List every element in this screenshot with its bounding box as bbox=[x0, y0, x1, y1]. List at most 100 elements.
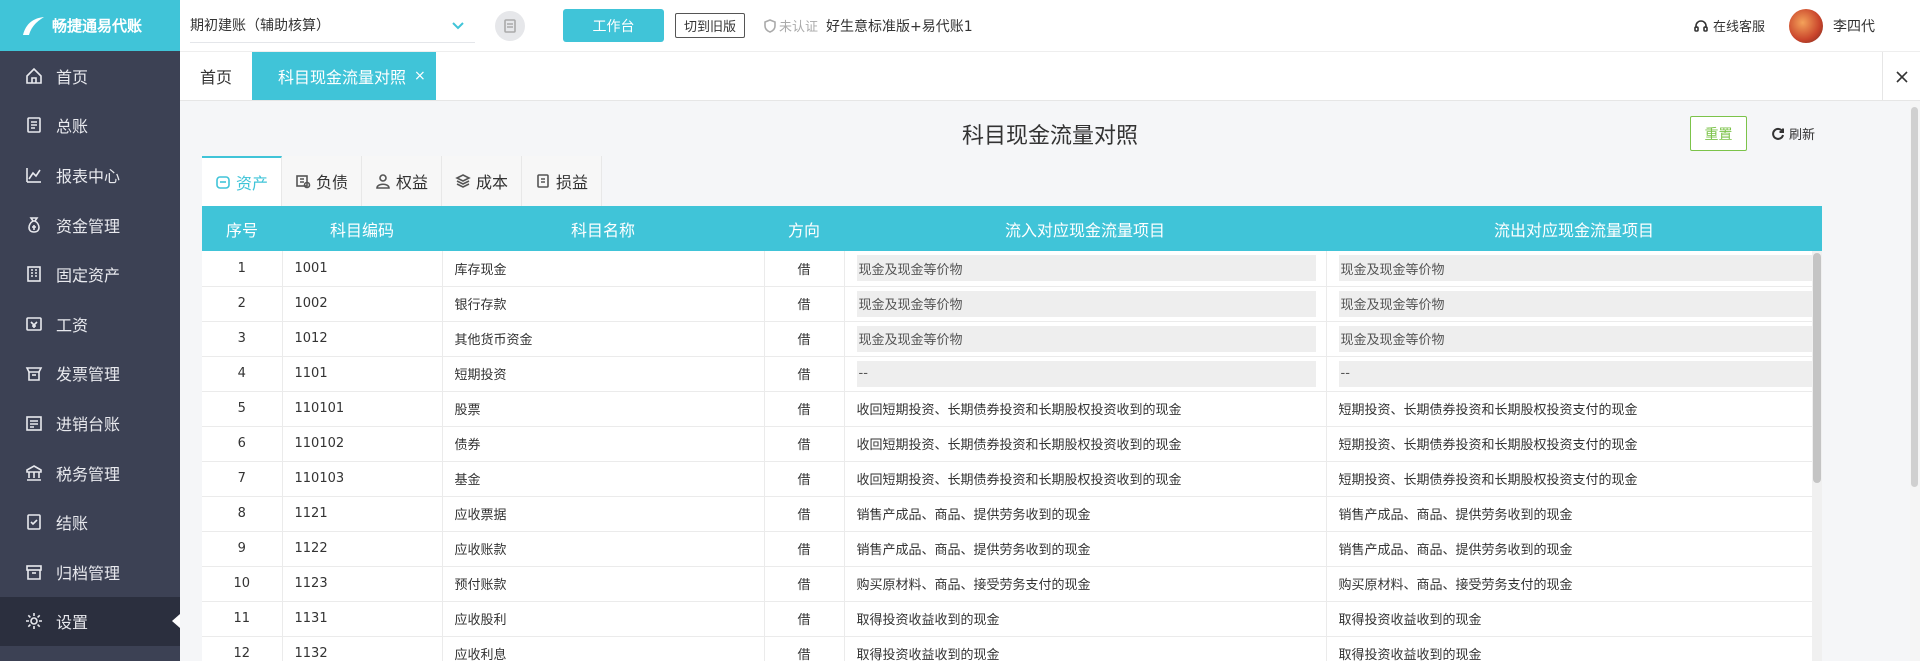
sidebar-item-5[interactable]: 工资 bbox=[0, 299, 180, 349]
outflow-item-cell[interactable]: 现金及现金等价物 bbox=[1326, 251, 1822, 287]
inflow-item-select[interactable]: 现金及现金等价物 bbox=[856, 255, 1316, 282]
table-row[interactable]: 8 1121 应收票据借销售产成品、商品、提供劳务收到的现金 销售产成品、商品、提供劳… bbox=[202, 496, 1822, 532]
outflow-item-cell[interactable]: 现金及现金等价物 bbox=[1326, 286, 1822, 322]
outflow-item-cell[interactable]: 购买原材料、商品、接受劳务支付的现金 bbox=[1326, 566, 1822, 602]
account-code: 110101 bbox=[282, 391, 443, 427]
inflow-item-cell[interactable]: 销售产成品、商品、提供劳务收到的现金 bbox=[844, 531, 1327, 567]
sidebar-item-2[interactable]: 报表中心 bbox=[0, 150, 180, 200]
headset-icon bbox=[1694, 19, 1708, 32]
account-code: 1012 bbox=[282, 321, 443, 357]
table-row[interactable]: 7 110103 基金借收回短期投资、长期债券投资和长期股权投资收到的现金 短期投资、… bbox=[202, 461, 1822, 497]
outflow-item-cell[interactable]: 短期投资、长期债券投资和长期股权投资支付的现金 bbox=[1326, 391, 1822, 427]
inflow-item-select[interactable]: -- bbox=[856, 360, 1316, 387]
table-row[interactable]: 4 1101 短期投资借 -- -- bbox=[202, 356, 1822, 392]
category-tab-0[interactable]: 资产 bbox=[202, 156, 282, 206]
outflow-item-select[interactable]: -- bbox=[1338, 360, 1812, 387]
avatar[interactable] bbox=[1789, 8, 1823, 43]
archive-icon bbox=[26, 564, 42, 580]
table-row[interactable]: 11 1131 应收股利借取得投资收益收到的现金 取得投资收益收到的现金 bbox=[202, 601, 1822, 637]
sidebar-item-8[interactable]: 税务管理 bbox=[0, 448, 180, 498]
period-select[interactable]: 期初建账（辅助核算） bbox=[190, 9, 475, 43]
sidebar-item-3[interactable]: 资金管理 bbox=[0, 200, 180, 250]
sidebar-item-4[interactable]: 固定资产 bbox=[0, 249, 180, 299]
sidebar-item-1[interactable]: 总账 bbox=[0, 101, 180, 151]
sidebar-item-11[interactable]: 设置 bbox=[0, 596, 180, 647]
outflow-item-cell[interactable]: 取得投资收益收到的现金 bbox=[1326, 601, 1822, 637]
outflow-item-select[interactable]: 现金及现金等价物 bbox=[1338, 290, 1812, 317]
table-row[interactable]: 5 110101 股票借收回短期投资、长期债券投资和长期股权投资收到的现金 短期投资、… bbox=[202, 391, 1822, 427]
table-scrollbar[interactable] bbox=[1812, 251, 1822, 661]
sidebar-item-label: 税务管理 bbox=[56, 464, 121, 484]
outflow-item-select[interactable]: 现金及现金等价物 bbox=[1338, 325, 1812, 352]
inflow-item-cell[interactable]: 现金及现金等价物 bbox=[844, 286, 1327, 322]
online-service-button[interactable]: 在线客服 bbox=[1693, 16, 1765, 35]
inflow-item-select[interactable]: 现金及现金等价物 bbox=[856, 290, 1316, 317]
category-tab-3[interactable]: 成本 bbox=[442, 156, 522, 206]
table-header-row: 序号 科目编码 科目名称 方向 流入对应现金流量项目 流出对应现金流量项目 bbox=[202, 206, 1822, 251]
inflow-item-cell[interactable]: -- bbox=[844, 356, 1327, 392]
outflow-item-cell[interactable]: 短期投资、长期债券投资和长期股权投资支付的现金 bbox=[1326, 461, 1822, 497]
logo-icon bbox=[23, 16, 44, 35]
row-number: 2 bbox=[202, 286, 283, 322]
table-row[interactable]: 9 1122 应收账款借销售产成品、商品、提供劳务收到的现金 销售产成品、商品、提供劳… bbox=[202, 531, 1822, 567]
certification-status[interactable]: 未认证 bbox=[763, 16, 818, 35]
table-row[interactable]: 2 1002 银行存款借现金及现金等价物 现金及现金等价物 bbox=[202, 286, 1822, 322]
top-bar: 期初建账（辅助核算） 工作台 切到旧版 未认证 好生意标准版+易代账1 在线客服… bbox=[180, 0, 1920, 51]
category-tab-2[interactable]: 权益 bbox=[362, 156, 442, 206]
inflow-item-select[interactable]: 现金及现金等价物 bbox=[856, 325, 1316, 352]
account-code: 1001 bbox=[282, 251, 443, 287]
row-number: 5 bbox=[202, 391, 283, 427]
refresh-icon bbox=[1772, 127, 1784, 140]
category-tab-1[interactable]: 负债 bbox=[282, 156, 362, 206]
inflow-item-cell[interactable]: 取得投资收益收到的现金 bbox=[844, 636, 1327, 661]
inflow-item-cell[interactable]: 收回短期投资、长期债券投资和长期股权投资收到的现金 bbox=[844, 426, 1327, 462]
sidebar-item-10[interactable]: 归档管理 bbox=[0, 547, 180, 597]
table-row[interactable]: 1 1001 库存现金借现金及现金等价物 现金及现金等价物 bbox=[202, 251, 1822, 287]
sidebar-item-0[interactable]: 首页 bbox=[0, 51, 180, 101]
category-tab-4[interactable]: 损益 bbox=[522, 156, 602, 206]
outflow-item-cell[interactable]: 销售产成品、商品、提供劳务收到的现金 bbox=[1326, 531, 1822, 567]
app-logo[interactable]: 畅捷通易代账 bbox=[0, 0, 180, 51]
tab-cashflow-mapping[interactable]: 科目现金流量对照 × bbox=[252, 52, 436, 100]
table-row[interactable]: 12 1132 应收利息借取得投资收益收到的现金 取得投资收益收到的现金 bbox=[202, 636, 1822, 661]
switch-old-version-button[interactable]: 切到旧版 bbox=[675, 13, 746, 38]
outflow-item-cell[interactable]: 取得投资收益收到的现金 bbox=[1326, 636, 1822, 661]
table-row[interactable]: 6 110102 债券借收回短期投资、长期债券投资和长期股权投资收到的现金 短期投资、… bbox=[202, 426, 1822, 462]
outflow-item-cell[interactable]: 销售产成品、商品、提供劳务收到的现金 bbox=[1326, 496, 1822, 532]
outflow-item-cell[interactable]: 短期投资、长期债券投资和长期股权投资支付的现金 bbox=[1326, 426, 1822, 462]
invoice-icon bbox=[25, 367, 43, 382]
account-code: 1132 bbox=[282, 636, 443, 661]
outflow-item-cell[interactable]: -- bbox=[1326, 356, 1822, 392]
inflow-item-cell[interactable]: 收回短期投资、长期债券投资和长期股权投资收到的现金 bbox=[844, 391, 1327, 427]
inflow-item-cell[interactable]: 现金及现金等价物 bbox=[844, 321, 1327, 357]
inflow-item-cell[interactable]: 取得投资收益收到的现金 bbox=[844, 601, 1327, 637]
table-row[interactable]: 10 1123 预付账款借购买原材料、商品、接受劳务支付的现金 购买原材料、商品、接受… bbox=[202, 566, 1822, 602]
category-tab-label: 成本 bbox=[475, 173, 508, 192]
category-tab-label: 损益 bbox=[555, 173, 588, 192]
refresh-button[interactable]: 刷新 bbox=[1771, 116, 1815, 151]
outflow-item-select[interactable]: 现金及现金等价物 bbox=[1338, 255, 1812, 282]
inflow-item-cell[interactable]: 销售产成品、商品、提供劳务收到的现金 bbox=[844, 496, 1327, 532]
tab-home[interactable]: 首页 bbox=[180, 52, 252, 100]
sidebar-item-9[interactable]: 结账 bbox=[0, 497, 180, 547]
account-code: 1121 bbox=[282, 496, 443, 532]
cert-label: 未认证 bbox=[779, 20, 819, 35]
inflow-item-cell[interactable]: 收回短期投资、长期债券投资和长期股权投资收到的现金 bbox=[844, 461, 1327, 497]
sidebar-item-6[interactable]: 发票管理 bbox=[0, 349, 180, 399]
close-all-tabs-button[interactable] bbox=[1882, 52, 1920, 101]
close-icon[interactable]: × bbox=[414, 68, 426, 84]
page-scroll-thumb[interactable] bbox=[1911, 107, 1918, 487]
table-row[interactable]: 3 1012 其他货币资金借现金及现金等价物 现金及现金等价物 bbox=[202, 321, 1822, 357]
page-scrollbar[interactable] bbox=[1910, 101, 1920, 661]
reset-button[interactable]: 重置 bbox=[1690, 116, 1747, 151]
username[interactable]: 李四代 bbox=[1833, 16, 1875, 36]
row-number: 9 bbox=[202, 531, 283, 567]
sidebar-item-7[interactable]: 进销台账 bbox=[0, 398, 180, 448]
outflow-item-cell[interactable]: 现金及现金等价物 bbox=[1326, 321, 1822, 357]
table-scroll-thumb[interactable] bbox=[1813, 253, 1821, 483]
workbench-button[interactable]: 工作台 bbox=[563, 9, 664, 42]
account-name: 库存现金 bbox=[442, 251, 765, 287]
inflow-item-cell[interactable]: 现金及现金等价物 bbox=[844, 251, 1327, 287]
calendar-button[interactable] bbox=[495, 10, 525, 41]
inflow-item-cell[interactable]: 购买原材料、商品、接受劳务支付的现金 bbox=[844, 566, 1327, 602]
